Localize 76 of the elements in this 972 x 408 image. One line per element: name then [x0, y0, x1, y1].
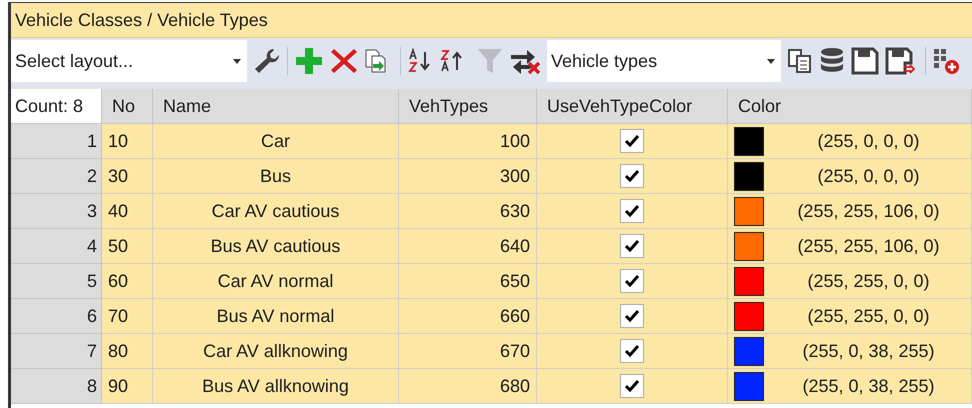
- table-cell: Bus AV allknowing: [153, 369, 399, 404]
- checkbox[interactable]: [620, 374, 644, 398]
- column-header[interactable]: Name: [153, 89, 399, 124]
- checkbox[interactable]: [620, 304, 644, 328]
- save-as-icon[interactable]: [885, 47, 915, 75]
- table-cell: 70: [102, 299, 153, 334]
- table-cell: 80: [102, 334, 153, 369]
- delete-icon[interactable]: [330, 47, 358, 75]
- row-header[interactable]: 4: [11, 229, 102, 264]
- table-cell: 650: [399, 264, 537, 299]
- wrench-icon[interactable]: [253, 47, 281, 75]
- check-mark-icon: [625, 205, 639, 217]
- column-header[interactable]: UseVehTypeColor: [537, 89, 728, 124]
- check-mark-icon: [625, 240, 639, 252]
- checkbox[interactable]: [620, 339, 644, 363]
- table-cell: Bus AV cautious: [153, 229, 399, 264]
- check-mark-icon: [625, 345, 639, 357]
- column-header[interactable]: Color: [728, 89, 972, 124]
- row-header[interactable]: 8: [11, 369, 102, 404]
- filter-icon: [477, 47, 503, 75]
- table-cell: Car AV allknowing: [153, 334, 399, 369]
- checkbox[interactable]: [620, 234, 644, 258]
- layout-select[interactable]: Select layout...: [11, 40, 247, 82]
- table-cell: Bus: [153, 159, 399, 194]
- table-cell: Bus AV normal: [153, 299, 399, 334]
- table-cell: 630: [399, 194, 537, 229]
- checkbox[interactable]: [620, 199, 644, 223]
- table-cell: 30: [102, 159, 153, 194]
- table-cell: 300: [399, 159, 537, 194]
- dropdown-arrow-icon[interactable]: [767, 59, 775, 64]
- row-header[interactable]: 1: [11, 124, 102, 159]
- table-cell: 660: [399, 299, 537, 334]
- column-header[interactable]: No: [102, 89, 153, 124]
- remove-relation-icon[interactable]: [509, 47, 541, 75]
- checkbox[interactable]: [620, 129, 644, 153]
- count-label: Count: 8: [11, 89, 102, 124]
- color-value: (255, 255, 0, 0): [806, 270, 931, 293]
- table-cell: 50: [102, 229, 153, 264]
- check-mark-icon: [625, 275, 639, 287]
- copy-icon[interactable]: [787, 48, 813, 74]
- row-header[interactable]: 7: [11, 334, 102, 369]
- duplicate-icon[interactable]: [364, 48, 388, 74]
- table-cell: 680: [399, 369, 537, 404]
- window-title: Vehicle Classes / Vehicle Types: [11, 3, 972, 38]
- row-header[interactable]: 5: [11, 264, 102, 299]
- color-value: (255, 0, 38, 255): [801, 374, 936, 398]
- column-header[interactable]: VehTypes: [399, 89, 537, 124]
- check-mark-icon: [625, 380, 639, 392]
- color-value: (255, 0, 38, 255): [801, 340, 936, 363]
- table-cell: 640: [399, 229, 537, 264]
- checkbox[interactable]: [620, 269, 644, 293]
- row-header[interactable]: 6: [11, 299, 102, 334]
- checkbox[interactable]: [620, 164, 644, 188]
- table-cell: 40: [102, 194, 153, 229]
- table-cell: Car: [153, 124, 399, 159]
- row-header[interactable]: 2: [11, 159, 102, 194]
- table-cell: 60: [102, 264, 153, 299]
- check-mark-icon: [625, 135, 639, 147]
- color-value: (255, 0, 0, 0): [816, 130, 921, 153]
- table-cell: 100: [399, 124, 537, 159]
- table-cell: 10: [102, 124, 153, 159]
- add-column-icon[interactable]: [932, 47, 960, 75]
- color-value: (255, 255, 106, 0): [796, 234, 941, 258]
- color-value: (255, 255, 106, 0): [796, 200, 941, 223]
- table-cell: Car AV cautious: [153, 194, 399, 229]
- list-select[interactable]: Vehicle types: [547, 40, 781, 82]
- color-value: (255, 0, 0, 0): [816, 164, 921, 188]
- table-cell: 670: [399, 334, 537, 369]
- dropdown-arrow-icon[interactable]: [233, 59, 241, 64]
- color-value: (255, 255, 0, 0): [806, 304, 931, 328]
- row-header[interactable]: 3: [11, 194, 102, 229]
- save-icon[interactable]: [851, 47, 879, 75]
- table-cell: 90: [102, 369, 153, 404]
- check-mark-icon: [625, 170, 639, 182]
- check-mark-icon: [625, 310, 639, 322]
- table-cell: Car AV normal: [153, 264, 399, 299]
